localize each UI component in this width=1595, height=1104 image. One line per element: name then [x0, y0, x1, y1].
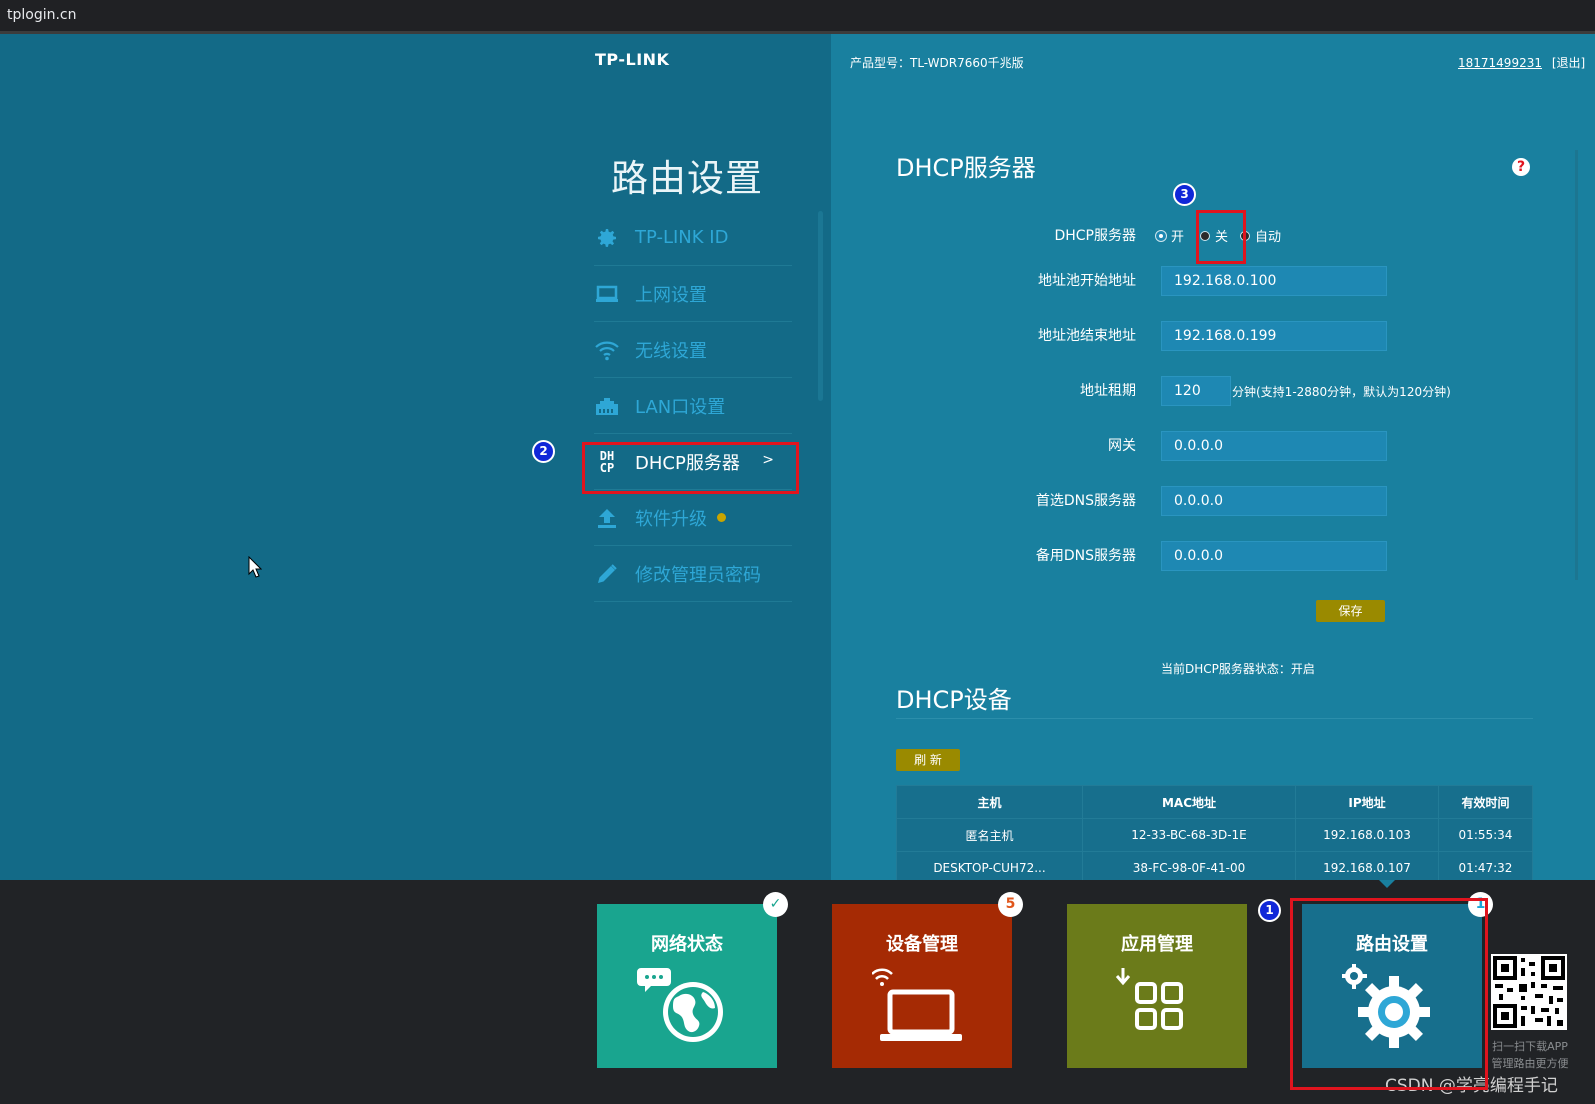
sidebar-item-label: 修改管理员密码	[635, 564, 761, 586]
table-cell: 12-33-BC-68-3D-1E	[1082, 818, 1296, 852]
gateway-input[interactable]: 0.0.0.0	[1161, 431, 1387, 461]
annotation-number-2: 2	[532, 440, 555, 463]
tile-device-management[interactable]: 设备管理 5	[832, 892, 1023, 1068]
dhcp-server-label: DHCP服务器	[1054, 228, 1136, 244]
radio-on-indicator[interactable]	[1155, 229, 1167, 242]
upload-icon	[594, 505, 620, 531]
dhcp-status-text: 当前DHCP服务器状态：开启	[1161, 662, 1315, 676]
qr-code-icon	[1491, 954, 1567, 1030]
tp-link-logo: TP-LINK	[595, 50, 670, 69]
pool-start-input[interactable]: 192.168.0.100	[1161, 266, 1387, 296]
globe-icon	[637, 964, 737, 1052]
sidebar-item-lan[interactable]: LAN口设置	[594, 378, 792, 434]
gateway-label: 网关	[1108, 438, 1136, 454]
radio-auto[interactable]: 自动	[1240, 226, 1281, 245]
pencil-icon	[594, 561, 620, 587]
sidebar-item-label: TP-LINK ID	[635, 227, 729, 248]
count-badge: 5	[998, 892, 1023, 917]
account-area: 18171499231 [退出]	[1458, 54, 1585, 71]
divider	[896, 718, 1533, 719]
laptop-wifi-icon	[871, 964, 972, 1052]
tile-app-management[interactable]: 应用管理	[1067, 904, 1247, 1068]
sidebar-item-label: LAN口设置	[635, 396, 726, 418]
check-badge-icon: ✓	[763, 892, 788, 917]
column-header: 有效时间	[1438, 785, 1533, 819]
section-title: 路由设置	[611, 157, 763, 200]
pool-end-label: 地址池结束地址	[1038, 328, 1136, 344]
column-header: 主机	[896, 785, 1083, 819]
table-header-row: 主机 MAC地址 IP地址 有效时间	[896, 785, 1533, 819]
browser-address-bar[interactable]: tplogin.cn	[0, 0, 1595, 34]
tile-label: 应用管理	[1121, 934, 1193, 955]
table-cell: 192.168.0.103	[1295, 818, 1439, 852]
help-icon[interactable]: ?	[1512, 158, 1530, 176]
tile-network-status[interactable]: 网络状态 ✓	[597, 892, 788, 1068]
lan-port-icon	[594, 393, 620, 419]
sidebar-item-tp-link-id[interactable]: TP-LINK ID	[594, 210, 792, 266]
dns-secondary-input[interactable]: 0.0.0.0	[1161, 541, 1387, 571]
account-link[interactable]: 18171499231	[1458, 56, 1542, 70]
dhcp-devices-heading: DHCP设备	[896, 686, 1012, 714]
gear-icon	[594, 225, 620, 251]
annotation-box-off	[1196, 210, 1246, 264]
qr-caption-line2: 管理路由更方便	[1491, 1057, 1569, 1070]
annotation-box-dhcp	[582, 442, 799, 494]
product-model: 产品型号：TL-WDR7660千兆版	[850, 56, 1024, 70]
radio-on-label: 开	[1171, 230, 1185, 245]
laptop-icon	[594, 281, 620, 307]
refresh-button[interactable]: 刷 新	[896, 749, 960, 771]
content-scrollbar[interactable]	[1575, 150, 1578, 580]
mouse-cursor-icon	[248, 555, 263, 582]
qr-caption: 扫一扫下载APP 管理路由更方便	[1485, 1038, 1575, 1072]
sidebar-scrollbar[interactable]	[818, 211, 823, 401]
update-dot	[717, 513, 726, 522]
table-cell: 01:55:34	[1438, 818, 1533, 852]
sidebar-item-label: 上网设置	[635, 284, 707, 306]
url-text[interactable]: tplogin.cn	[7, 7, 77, 23]
pool-start-label: 地址池开始地址	[1038, 273, 1136, 289]
qr-caption-line1: 扫一扫下载APP	[1492, 1040, 1568, 1053]
tile-label: 网络状态	[651, 934, 723, 955]
dns-primary-input[interactable]: 0.0.0.0	[1161, 486, 1387, 516]
sidebar-item-internet[interactable]: 上网设置	[594, 266, 792, 322]
dhcp-devices-table: 主机 MAC地址 IP地址 有效时间 匿名主机 12-33-BC-68-3D-1…	[896, 785, 1533, 885]
radio-auto-label: 自动	[1255, 230, 1282, 245]
lease-label: 地址租期	[1080, 383, 1136, 399]
column-header: IP地址	[1295, 785, 1439, 819]
table-row: 匿名主机 12-33-BC-68-3D-1E 192.168.0.103 01:…	[896, 818, 1533, 852]
tile-label: 设备管理	[886, 934, 958, 955]
annotation-box-router-tile	[1290, 898, 1488, 1090]
sidebar-item-label: 软件升级	[635, 508, 707, 530]
save-button[interactable]: 保存	[1316, 600, 1385, 622]
radio-on[interactable]: 开	[1155, 226, 1185, 245]
sidebar-menu: TP-LINK ID 上网设置 无线设置 LAN口设置 DH CP DHCP服务…	[594, 210, 792, 602]
apps-grid-icon	[1107, 964, 1207, 1052]
sidebar-item-admin-password[interactable]: 修改管理员密码	[594, 546, 792, 602]
lease-input[interactable]: 120	[1161, 376, 1231, 406]
sidebar-item-firmware[interactable]: 软件升级	[594, 490, 792, 546]
dns-primary-label: 首选DNS服务器	[1035, 493, 1136, 509]
annotation-number-3: 3	[1173, 183, 1196, 206]
pool-end-input[interactable]: 192.168.0.199	[1161, 321, 1387, 351]
active-pointer	[1379, 880, 1395, 888]
logout-link[interactable]: [退出]	[1552, 56, 1585, 70]
column-header: MAC地址	[1082, 785, 1296, 819]
annotation-number-1: 1	[1258, 899, 1281, 922]
dns-secondary-label: 备用DNS服务器	[1035, 548, 1136, 564]
lease-note: 分钟(支持1-2880分钟，默认为120分钟)	[1232, 385, 1451, 399]
dhcp-server-heading: DHCP服务器	[896, 154, 1036, 182]
table-cell: 匿名主机	[896, 818, 1083, 852]
sidebar-item-wireless[interactable]: 无线设置	[594, 322, 792, 378]
sidebar-item-label: 无线设置	[635, 340, 707, 362]
wifi-icon	[594, 337, 620, 363]
